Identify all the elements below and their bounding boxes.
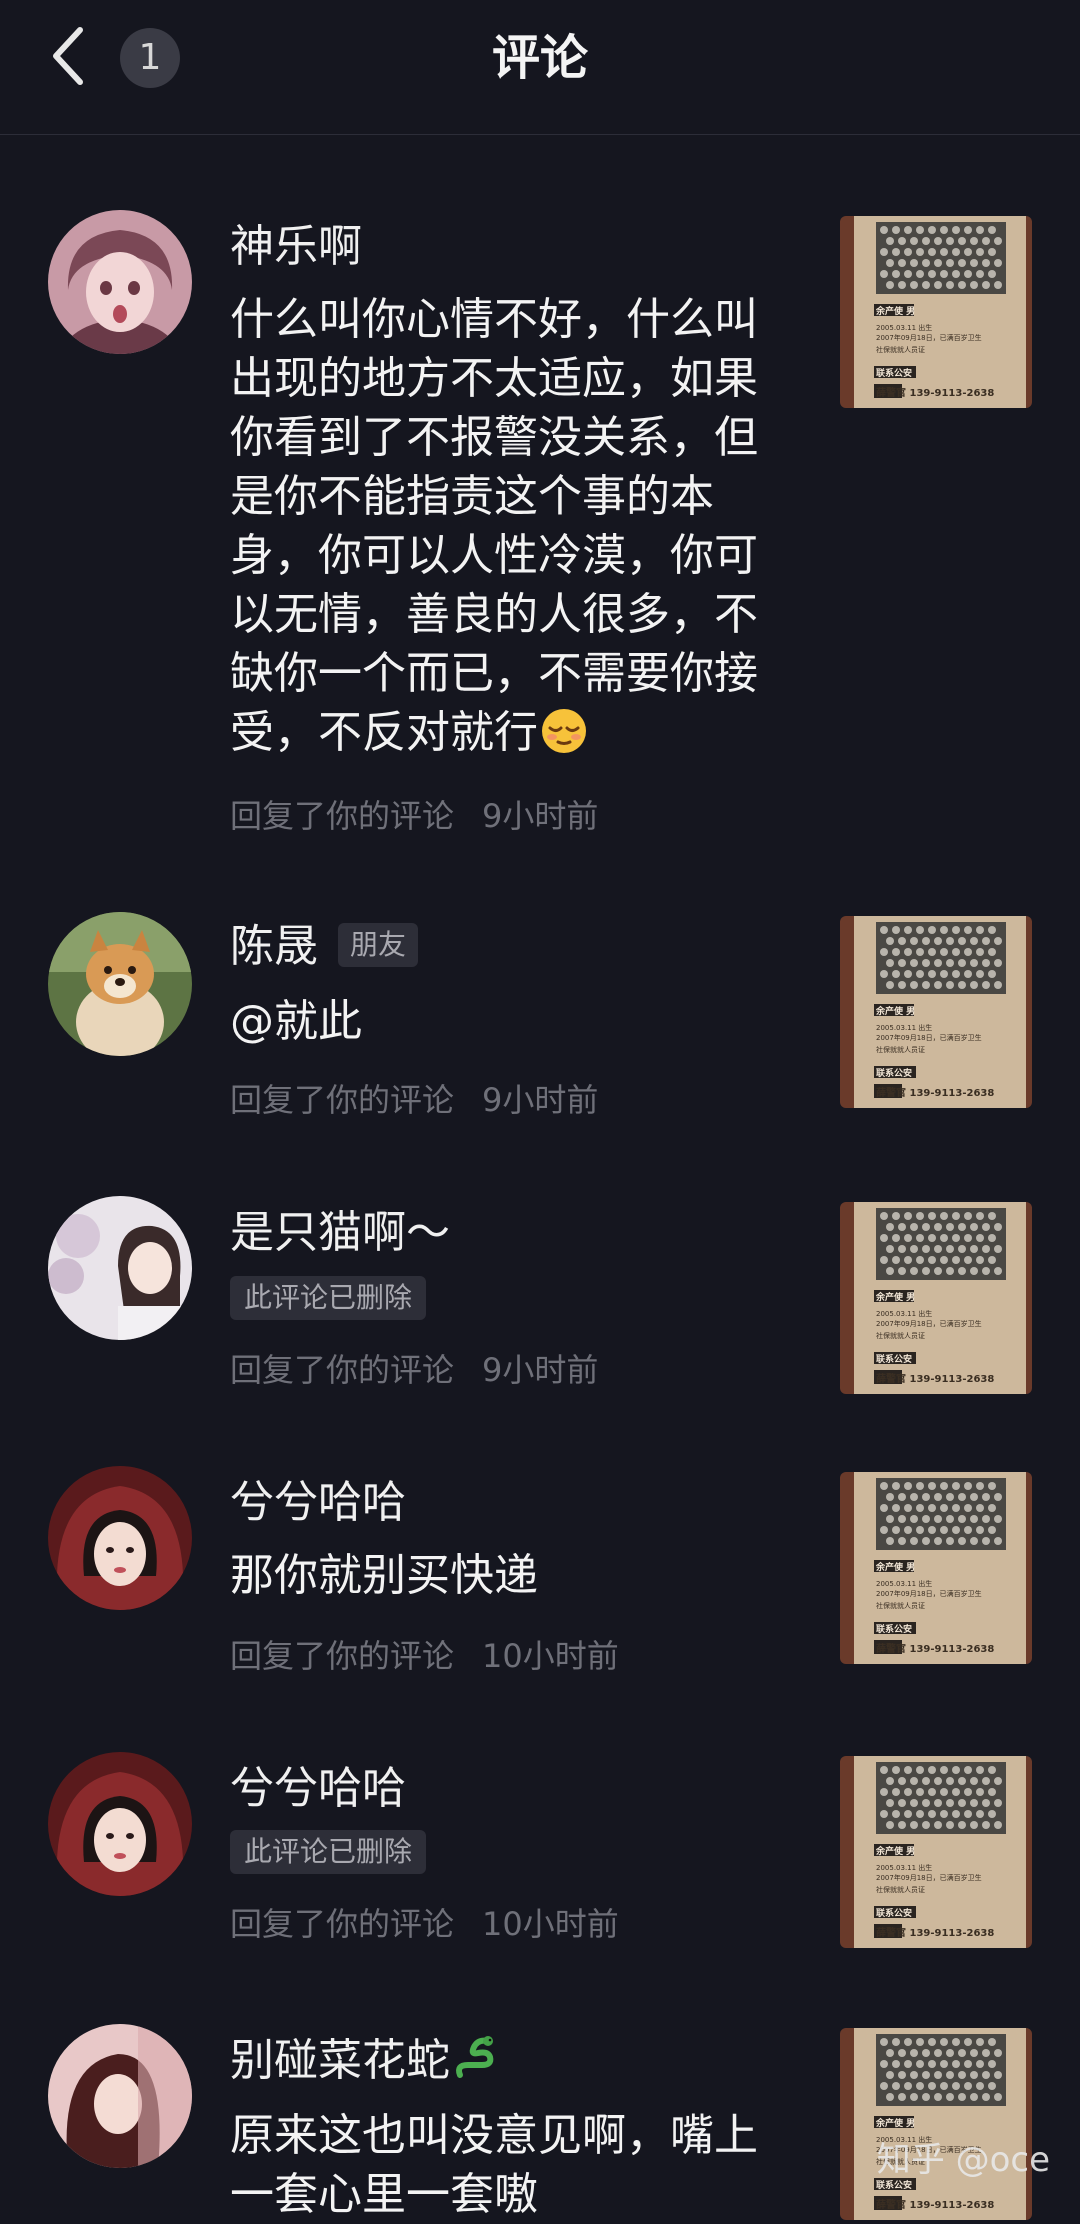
comment-text: 原来这也叫没意见啊，嘴上一套心里一套嗷	[230, 2110, 758, 2220]
avatar[interactable]	[48, 1466, 192, 1610]
thumbnail-text: 余产使 男	[875, 305, 915, 317]
thumbnail-text: 余产使 男	[875, 1561, 915, 1573]
comment-meta: 回复了你的评论 9小时前	[230, 794, 598, 838]
timestamp: 9小时前	[482, 1081, 599, 1119]
timestamp: 9小时前	[482, 1351, 599, 1389]
snake-emoji-icon	[456, 2036, 494, 2078]
video-thumbnail[interactable]: 余产使 男 2005.03.11 出生 2007年09月18日，已满百岁卫生 社保就就…	[840, 216, 1032, 408]
timestamp: 9小时前	[482, 797, 599, 835]
avatar[interactable]	[48, 1752, 192, 1896]
thumbnail-text: 2005.03.11 出生	[876, 1579, 932, 1588]
thumbnail-text: 2005.03.11 出生	[876, 323, 932, 332]
timestamp: 10小时前	[482, 1637, 619, 1675]
video-thumbnail[interactable]: 余产使 男 2005.03.11 出生 2007年09月18日，已满百岁卫生 社保就就…	[840, 2028, 1032, 2220]
commenter-name-text: 陈晟	[230, 921, 318, 972]
thumbnail-text: 社保就就人员证	[876, 1331, 925, 1340]
commenter-name[interactable]: 陈晟 朋友	[230, 918, 419, 976]
thumbnail-text: 2007年09月18日，已满百岁卫生	[876, 1589, 982, 1598]
thumbnail-text: 社保就就人员证	[876, 345, 925, 354]
commenter-name[interactable]: 兮兮哈哈	[230, 1760, 406, 1818]
video-thumbnail[interactable]: 余产使 男 2005.03.11 出生 2007年09月18日，已满百岁卫生 社保就就…	[840, 1472, 1032, 1664]
reply-label: 回复了你的评论	[230, 797, 455, 835]
commenter-name-text: 别碰菜花蛇	[230, 2035, 450, 2086]
thumbnail-image: 余产使 男 2005.03.11 出生2007年09月18日，已满百岁卫生社保就就…	[840, 1202, 1032, 1394]
reply-label: 回复了你的评论	[230, 1351, 455, 1389]
avatar[interactable]	[48, 210, 192, 354]
comment-meta: 回复了你的评论 10小时前	[230, 1634, 619, 1678]
thumbnail-text: 2007年09月18日，已满百岁卫生	[876, 1319, 982, 1328]
thumbnail-image: 余产使 男 2005.03.11 出生2007年09月18日，已满百岁卫生社保就就…	[840, 1472, 1032, 1664]
thumbnail-text: 2007年09月18日，已满百岁卫生	[876, 1873, 982, 1882]
thumbnail-text: 社保就就人员证	[876, 1045, 925, 1054]
thumbnail-image: 余产使 男2005.03.11 出生2007年09月18日，已满百岁卫生社保就就…	[840, 2028, 1032, 2220]
comment-text: @就此	[230, 996, 362, 1047]
thumbnail-text: 余产使 男	[875, 1845, 915, 1857]
thumbnail-text: 薛警官 139-9113-2638	[876, 1642, 994, 1655]
comment-text-content: 什么叫你心情不好，什么叫出现的地方不太适应，如果你看到了不报警没关系，但是你不能…	[230, 294, 758, 758]
friend-tag: 朋友	[338, 923, 419, 967]
video-thumbnail[interactable]: 余产使 男 2005.03.11 出生 2007年09月18日，已满百岁卫生 社保就就…	[840, 1756, 1032, 1948]
top-bar: 1 评论	[0, 0, 1080, 135]
thumbnail-text: 余产使 男	[875, 2117, 915, 2129]
thumbnail-text: 2007年09月18日，已满百岁卫生	[876, 333, 982, 342]
video-thumbnail[interactable]: 余产使 男 2005.03.11 出生 2007年09月18日，已满百岁卫生 社保就就…	[840, 1202, 1032, 1394]
thumbnail-text: 薛警官 139-9113-2638	[876, 1372, 994, 1385]
thumbnail-text: 2005.03.11 出生	[876, 1023, 932, 1032]
comment-meta: 回复了你的评论 9小时前	[230, 1348, 598, 1392]
thumbnail-image: 余产使 男 2005.03.11 出生2007年09月18日，已满百岁卫生社保就就…	[840, 1756, 1032, 1948]
thumbnail-text: 联系公安	[876, 1907, 912, 1919]
thumbnail-text: 余产使 男	[875, 1291, 915, 1303]
commenter-name[interactable]: 是只猫啊～	[230, 1204, 450, 1262]
reply-label: 回复了你的评论	[230, 1081, 455, 1119]
commenter-name[interactable]: 别碰菜花蛇	[230, 2032, 500, 2090]
relieved-face-icon	[542, 709, 586, 753]
reply-label: 回复了你的评论	[230, 1637, 455, 1675]
thumbnail-text: 联系公安	[876, 367, 912, 379]
thumbnail-image: 余产使 男 2005.03.11 出生2007年09月18日，已满百岁卫生社保就就…	[840, 916, 1032, 1108]
thumbnail-text: 社保就就人员证	[876, 1601, 925, 1610]
avatar[interactable]	[48, 912, 192, 1056]
comment-text: 什么叫你心情不好，什么叫出现的地方不太适应，如果你看到了不报警没关系，但是你不能…	[230, 290, 770, 762]
thumbnail-text: 联系公安	[876, 1353, 912, 1365]
thumbnail-text: 联系公安	[876, 1067, 912, 1079]
thumbnail-text: 联系公安	[876, 1623, 912, 1635]
thumbnail-text: 2005.03.11 出生	[876, 1309, 932, 1318]
thumbnail-text: 余产使 男	[875, 1005, 915, 1017]
commenter-name[interactable]: 神乐啊	[230, 218, 362, 276]
timestamp: 10小时前	[482, 1905, 619, 1943]
avatar[interactable]	[48, 2024, 192, 2168]
deleted-comment-label: 此评论已删除	[230, 1276, 427, 1320]
comment-meta: 回复了你的评论 10小时前	[230, 1902, 619, 1946]
commenter-name[interactable]: 兮兮哈哈	[230, 1474, 406, 1532]
avatar[interactable]	[48, 1196, 192, 1340]
thumbnail-text: 社保就就人员证	[876, 1885, 925, 1894]
thumbnail-text: 薛警官 139-9113-2638	[876, 1926, 994, 1939]
comment-text: 那你就别买快递	[230, 1550, 538, 1601]
thumbnail-text: 2007年09月18日，已满百岁卫生	[876, 1033, 982, 1042]
video-thumbnail[interactable]: 余产使 男 2005.03.11 出生 2007年09月18日，已满百岁卫生 社保就就…	[840, 916, 1032, 1108]
deleted-comment-label: 此评论已删除	[230, 1830, 427, 1874]
watermark: 知乎 @oce	[876, 2140, 1050, 2180]
page-title: 评论	[491, 30, 588, 86]
comment-meta: 回复了你的评论 9小时前	[230, 1078, 598, 1122]
thumbnail-text: 2005.03.11 出生	[876, 1863, 932, 1872]
reply-label: 回复了你的评论	[230, 1905, 455, 1943]
thumbnail-text: 薛警官 139-9113-2638	[876, 1086, 994, 1099]
thumbnail-text: 薛警官 139-9113-2638	[876, 2198, 994, 2211]
thumbnail-text: 薛警官 139-9113-2638	[876, 386, 994, 399]
thumbnail-image: 余产使 男 2005.03.11 出生2007年09月18日，已满百岁卫生社保就就…	[840, 216, 1032, 408]
